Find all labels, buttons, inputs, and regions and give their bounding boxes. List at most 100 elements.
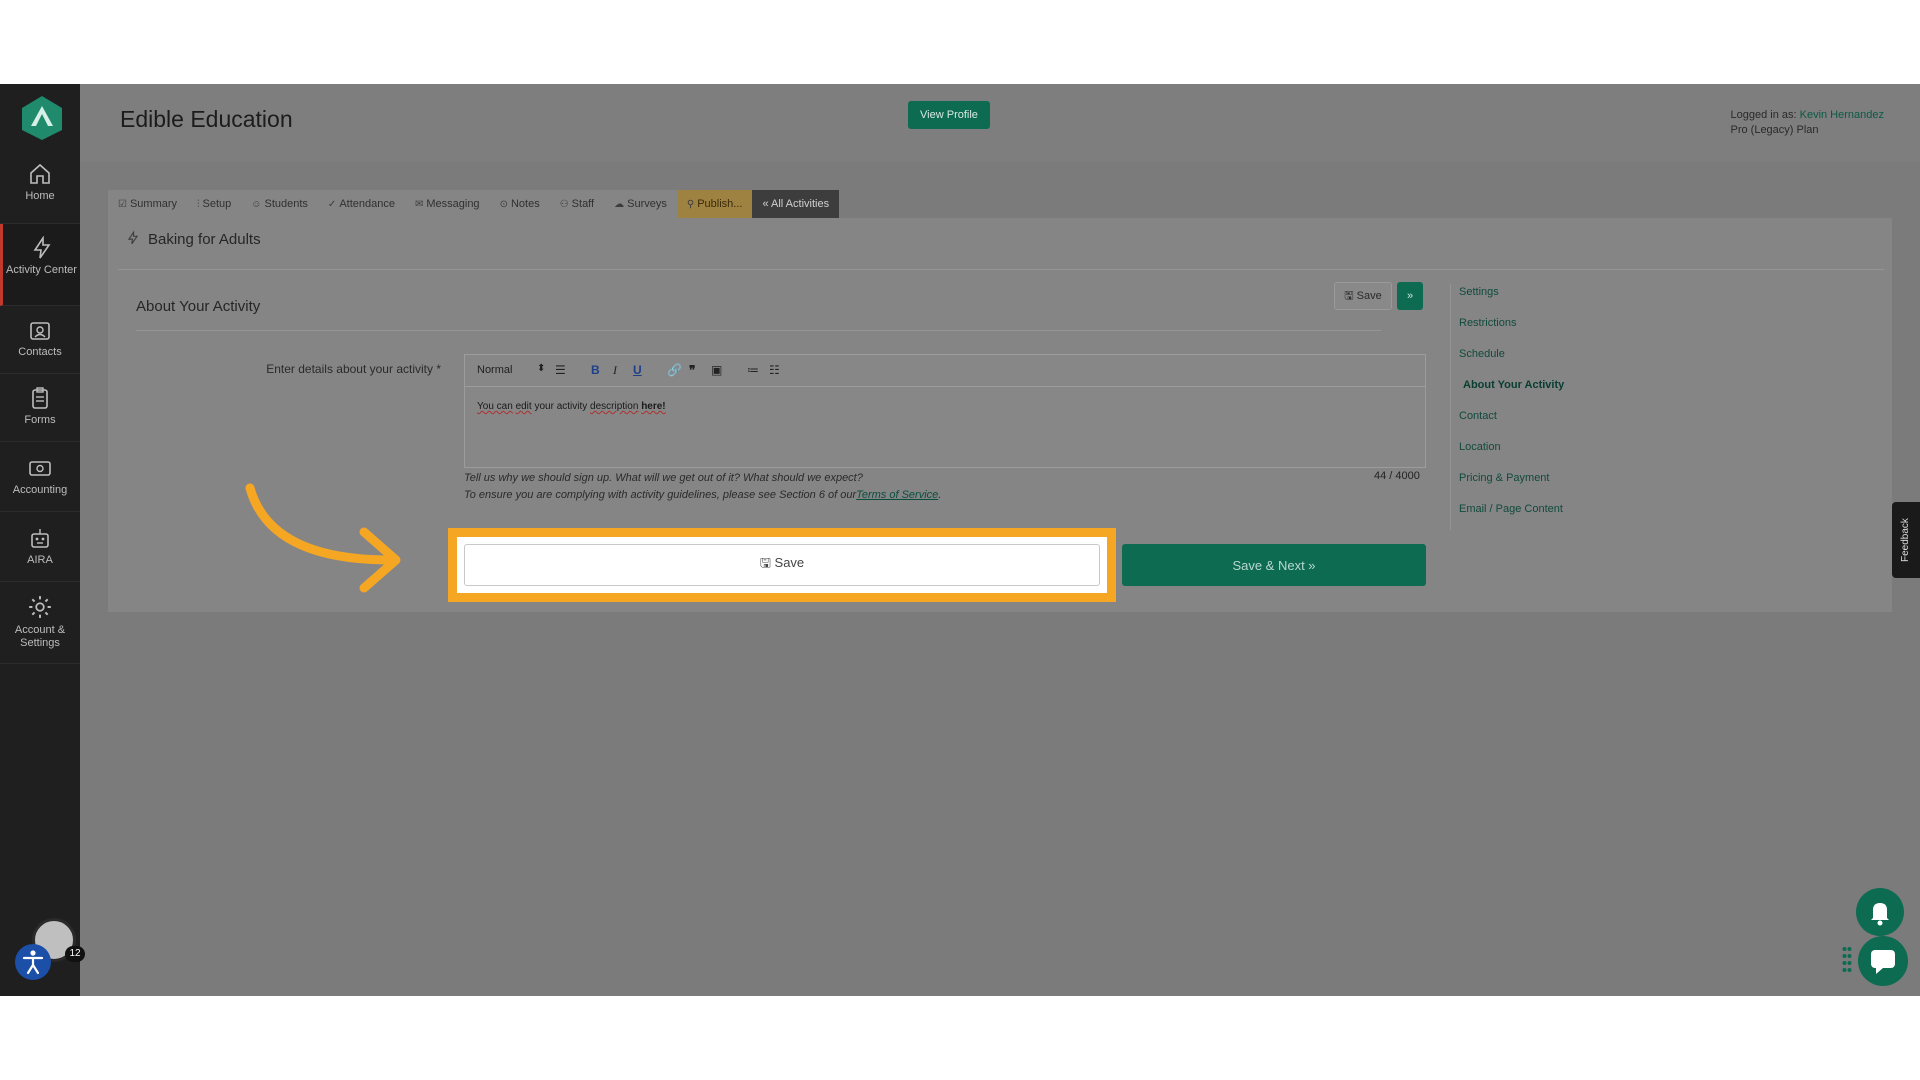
format-select[interactable]: Normal xyxy=(477,364,512,376)
save-button[interactable]: 🖫 Save xyxy=(464,544,1100,586)
plan-label: Pro (Legacy) Plan xyxy=(1730,124,1819,136)
button-label: Save xyxy=(1356,289,1382,302)
activity-name: Baking for Adults xyxy=(148,231,261,248)
section-nav-settings[interactable]: Settings xyxy=(1459,284,1564,315)
gear-icon xyxy=(29,596,51,618)
tab-surveys[interactable]: ☁ Surveys xyxy=(604,190,677,218)
floppy-icon: 🖫 xyxy=(759,555,771,570)
save-and-next-button[interactable]: Save & Next » xyxy=(1122,544,1426,586)
button-label: Save xyxy=(774,555,805,570)
home-icon xyxy=(30,163,50,184)
section-nav-location[interactable]: Location xyxy=(1459,439,1564,470)
section-nav-schedule[interactable]: Schedule xyxy=(1459,346,1564,377)
staff-icon: ⚇ xyxy=(559,199,569,210)
tab-notes[interactable]: ⊙ Notes xyxy=(489,190,550,218)
tab-label: Notes xyxy=(510,198,540,210)
chat-button[interactable] xyxy=(1858,936,1908,986)
tab-attendance[interactable]: ✓ Attendance xyxy=(317,190,405,218)
chat-icon xyxy=(1871,950,1895,974)
contacts-icon xyxy=(30,322,50,340)
activity-heading: Baking for Adults xyxy=(126,230,261,248)
tab-label: Students xyxy=(264,198,308,210)
top-save-button[interactable]: 🖫 Save xyxy=(1334,282,1392,310)
pointer-arrow-icon xyxy=(245,483,401,593)
feedback-tab[interactable]: Feedback xyxy=(1892,502,1920,578)
select-arrows-icon: ⬍ xyxy=(537,363,546,374)
robot-icon xyxy=(31,529,49,548)
check-icon: ✓ xyxy=(327,199,337,210)
lightning-icon xyxy=(33,236,51,259)
help-text-suffix: . xyxy=(938,489,942,501)
section-nav-restrictions[interactable]: Restrictions xyxy=(1459,315,1564,346)
user-icon: ☺ xyxy=(251,199,262,210)
character-count: 44 / 4000 xyxy=(1374,470,1420,482)
sidebar-item-accounting[interactable]: Accounting xyxy=(0,442,80,512)
section-nav-about-your-activity[interactable]: About Your Activity xyxy=(1459,377,1564,408)
app-frame: Home Activity Center Contacts Forms Acco… xyxy=(0,84,1920,996)
lightning-icon xyxy=(127,230,139,245)
section-title: About Your Activity xyxy=(136,298,261,315)
terms-of-service-link[interactable]: Terms of Service xyxy=(856,489,938,501)
tab-label: Staff xyxy=(571,198,595,210)
sidebar-item-label: Home xyxy=(25,190,55,202)
help-text: To ensure you are complying with activit… xyxy=(464,489,941,501)
accessibility-button[interactable] xyxy=(15,944,51,980)
drag-handle-icon[interactable] xyxy=(1842,946,1852,974)
ordered-list-icon[interactable]: ≔ xyxy=(747,363,759,377)
tab-messaging[interactable]: ✉ Messaging xyxy=(404,190,490,218)
sidebar-item-activity-center[interactable]: Activity Center xyxy=(0,224,80,306)
tab-students[interactable]: ☺ Students xyxy=(241,190,318,218)
align-icon[interactable]: ☰ xyxy=(555,363,566,377)
page-title: Edible Education xyxy=(120,106,293,132)
italic-icon[interactable]: I xyxy=(613,363,617,378)
view-profile-button[interactable]: View Profile xyxy=(908,101,990,129)
sidebar-item-forms[interactable]: Forms xyxy=(0,374,80,442)
sidebar: Home Activity Center Contacts Forms Acco… xyxy=(0,84,85,996)
sidebar-item-label: Forms xyxy=(24,414,56,426)
tab-setup[interactable]: ⫶ Setup xyxy=(187,190,242,218)
sidebar-item-account-settings[interactable]: Account & Settings xyxy=(0,582,80,664)
sidebar-item-aira[interactable]: AIRA xyxy=(0,512,80,582)
feedback-label: Feedback xyxy=(1900,518,1911,562)
sidebar-item-label: Contacts xyxy=(18,346,62,358)
section-nav-email-page-content[interactable]: Email / Page Content xyxy=(1459,501,1564,532)
top-next-button[interactable]: » xyxy=(1397,282,1423,310)
notifications-button[interactable] xyxy=(1856,888,1904,936)
logo-icon[interactable] xyxy=(20,94,64,142)
tab-label: Attendance xyxy=(339,198,395,210)
image-icon[interactable]: ▣ xyxy=(711,363,722,377)
login-user-link[interactable]: Kevin Hernandez xyxy=(1800,109,1884,121)
tab-summary[interactable]: ☑ Summary xyxy=(108,190,188,218)
link-icon[interactable]: 🔗 xyxy=(667,363,682,377)
cash-icon xyxy=(29,461,51,476)
floppy-icon: 🖫 xyxy=(1344,289,1354,302)
tab-label: « All Activities xyxy=(762,198,830,210)
editor-text-span: You can xyxy=(477,401,513,412)
login-info: Logged in as: Kevin Hernandez Pro (Legac… xyxy=(1730,108,1884,138)
tab-staff[interactable]: ⚇ Staff xyxy=(549,190,605,218)
bold-icon[interactable]: B xyxy=(591,363,600,377)
clipboard-icon xyxy=(32,387,48,409)
help-text: Tell us why we should sign up. What will… xyxy=(464,472,863,484)
quote-icon[interactable]: ❞ xyxy=(689,363,695,377)
sidebar-item-contacts[interactable]: Contacts xyxy=(0,306,80,374)
notification-count-badge: 12 xyxy=(65,946,85,962)
section-nav-contact[interactable]: Contact xyxy=(1459,408,1564,439)
description-field-label: Enter details about your activity * xyxy=(266,362,441,376)
sidebar-item-home[interactable]: Home xyxy=(0,148,80,224)
tab-publish[interactable]: ⚲ Publish... xyxy=(676,190,753,218)
editor-toolbar: Normal ⬍ ☰ B I U 🔗 ❞ ▣ ≔ ☷ xyxy=(465,355,1425,387)
editor-content[interactable]: You can edit your activity description h… xyxy=(477,401,666,412)
section-nav-pricing-payment[interactable]: Pricing & Payment xyxy=(1459,470,1564,501)
tab-label: Setup xyxy=(202,198,232,210)
underline-icon[interactable]: U xyxy=(633,363,642,377)
help-text-prefix: To ensure you are complying with activit… xyxy=(464,489,857,501)
sidebar-item-label: Account & Settings xyxy=(14,624,66,649)
tab-label: Surveys xyxy=(627,198,667,210)
editor-text-span: edit xyxy=(515,401,532,412)
tab-all-activities[interactable]: « All Activities xyxy=(752,190,840,218)
tab-label: Messaging xyxy=(426,198,480,210)
cloud-icon: ☁ xyxy=(614,199,625,210)
bullet-list-icon[interactable]: ☷ xyxy=(769,363,780,377)
note-icon: ⊙ xyxy=(499,199,508,210)
